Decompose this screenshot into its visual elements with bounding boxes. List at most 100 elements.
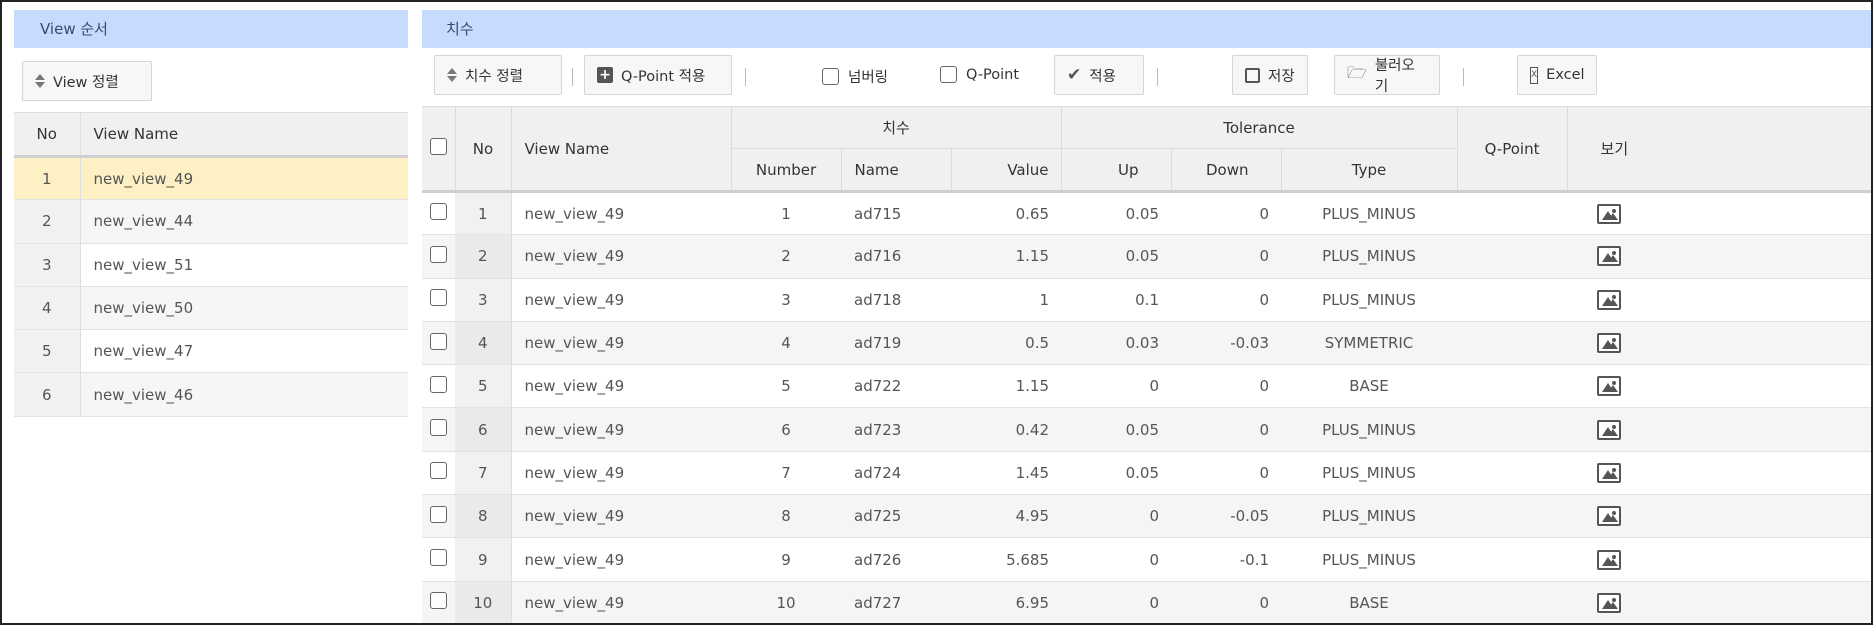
dimension-table: No View Name 치수 Tolerance Q-Point 보기 Num… (422, 106, 1871, 623)
qpoint-checkbox[interactable]: Q-Point (940, 66, 1019, 83)
image-icon[interactable] (1597, 203, 1622, 224)
row-checkbox[interactable] (430, 203, 447, 221)
row-checkbox[interactable] (430, 375, 447, 393)
view-list-row[interactable]: 6 new_view_46 (14, 372, 408, 417)
numbering-label: 넘버링 (848, 70, 889, 86)
image-icon[interactable] (1597, 289, 1622, 310)
row-no: 5 (455, 364, 512, 409)
row-view-cell (1567, 581, 1871, 623)
row-qpoint (1457, 278, 1568, 322)
row-select-cell (422, 234, 455, 279)
row-qpoint (1457, 191, 1568, 236)
dimension-row[interactable]: 1 new_view_49 1 ad715 0.65 0.05 0 PLUS_MINUS (422, 191, 1871, 236)
row-down: 0 (1171, 191, 1282, 236)
image-icon[interactable] (1597, 419, 1622, 440)
dimension-row[interactable]: 4 new_view_49 4 ad719 0.5 0.03 -0.03 SYMMETRIC (422, 321, 1871, 366)
row-view-name: new_view_49 (511, 407, 731, 452)
row-name: ad726 (841, 537, 951, 582)
apply-qpoint-button[interactable]: + Q-Point 적용 (584, 55, 732, 95)
row-value: 1.45 (951, 451, 1062, 496)
row-no: 10 (455, 581, 512, 623)
image-icon[interactable] (1597, 462, 1622, 483)
save-button[interactable]: 저장 (1232, 55, 1308, 95)
row-checkbox[interactable] (430, 505, 447, 523)
image-icon[interactable] (1597, 592, 1622, 613)
row-select-cell (422, 407, 455, 452)
row-checkbox[interactable] (430, 592, 447, 610)
row-view-name: new_view_49 (511, 364, 731, 409)
col-header-value[interactable]: Value (951, 148, 1062, 193)
row-view-cell (1567, 494, 1871, 539)
row-view-name: new_view_49 (511, 451, 731, 496)
row-select-cell (422, 191, 455, 236)
dimension-row[interactable]: 8 new_view_49 8 ad725 4.95 0 -0.05 PLUS_MINUS (422, 494, 1871, 539)
qpoint-checkbox-box[interactable] (940, 66, 957, 83)
col-header-number[interactable]: Number (731, 148, 842, 193)
view-row-no: 4 (14, 286, 81, 331)
dimension-row[interactable]: 3 new_view_49 3 ad718 1 0.1 0 PLUS_MINUS (422, 278, 1871, 322)
row-select-cell (422, 494, 455, 539)
row-checkbox[interactable] (430, 462, 447, 480)
dimension-row[interactable]: 10 new_view_49 10 ad727 6.95 0 0 BASE (422, 581, 1871, 623)
dimension-row[interactable]: 2 new_view_49 2 ad716 1.15 0.05 0 PLUS_MINUS (422, 234, 1871, 279)
numbering-checkbox[interactable]: 넘버링 (822, 66, 888, 87)
view-list-row[interactable]: 4 new_view_50 (14, 286, 408, 331)
excel-button[interactable]: X Excel (1517, 55, 1597, 95)
load-button[interactable]: 🗁 불러오기 (1334, 55, 1440, 95)
col-header-no[interactable]: No (455, 106, 512, 193)
row-checkbox[interactable] (430, 419, 447, 437)
view-list-row[interactable]: 3 new_view_51 (14, 243, 408, 287)
view-sort-button[interactable]: View 정렬 (22, 61, 152, 101)
col-header-type[interactable]: Type (1281, 148, 1458, 193)
row-name: ad722 (841, 364, 951, 409)
row-value: 1.15 (951, 234, 1062, 279)
col-header-qpoint[interactable]: Q-Point (1457, 106, 1568, 193)
row-value: 4.95 (951, 494, 1062, 539)
image-icon[interactable] (1597, 246, 1622, 267)
col-header-view[interactable]: 보기 (1567, 106, 1871, 193)
row-qpoint (1457, 581, 1568, 623)
image-icon[interactable] (1597, 506, 1622, 527)
view-row-name: new_view_44 (80, 199, 408, 244)
numbering-checkbox-box[interactable] (822, 68, 839, 85)
row-type: PLUS_MINUS (1281, 234, 1458, 279)
plus-square-icon: + (597, 67, 613, 83)
apply-button[interactable]: ✔ 적용 (1054, 55, 1144, 95)
row-name: ad718 (841, 278, 951, 322)
row-select-cell (422, 278, 455, 322)
row-up: 0 (1061, 494, 1172, 539)
col-header-view-name[interactable]: View Name (511, 106, 732, 193)
col-header-name[interactable]: Name (841, 148, 952, 193)
col-header-no[interactable]: No (14, 112, 81, 158)
toolbar-divider (572, 68, 573, 86)
col-header-down[interactable]: Down (1171, 148, 1282, 193)
row-select-cell (422, 451, 455, 496)
row-checkbox[interactable] (430, 289, 447, 307)
view-list-row[interactable]: 5 new_view_47 (14, 329, 408, 374)
row-checkbox[interactable] (430, 245, 447, 263)
image-icon[interactable] (1597, 333, 1622, 354)
dimension-row[interactable]: 6 new_view_49 6 ad723 0.42 0.05 0 PLUS_MINUS (422, 407, 1871, 452)
row-number: 9 (731, 537, 841, 582)
view-order-table: No View Name 1 new_view_49 2 new_view_44 3 ne… (14, 112, 408, 417)
dimension-row[interactable]: 7 new_view_49 7 ad724 1.45 0.05 0 PLUS_MINUS (422, 451, 1871, 496)
view-list-row[interactable]: 2 new_view_44 (14, 199, 408, 244)
row-no: 3 (455, 278, 512, 322)
dimension-toolbar: 치수 정렬 + Q-Point 적용 넘버링 Q-Point ✔ 적용 저장 🗁… (422, 48, 1871, 106)
row-down: 0 (1171, 451, 1282, 496)
row-checkbox[interactable] (430, 549, 447, 567)
image-icon[interactable] (1597, 549, 1622, 570)
image-icon[interactable] (1597, 376, 1622, 397)
row-checkbox[interactable] (430, 332, 447, 350)
col-header-up[interactable]: Up (1061, 148, 1172, 193)
row-view-name: new_view_49 (511, 581, 731, 623)
col-header-view-name[interactable]: View Name (80, 112, 408, 158)
row-type: SYMMETRIC (1281, 321, 1458, 366)
dimension-row[interactable]: 5 new_view_49 5 ad722 1.15 0 0 BASE (422, 364, 1871, 409)
view-row-no: 1 (14, 156, 81, 201)
dimension-row[interactable]: 9 new_view_49 9 ad726 5.685 0 -0.1 PLUS_MINUS (422, 537, 1871, 582)
view-list-row[interactable]: 1 new_view_49 (14, 156, 408, 201)
select-all-checkbox[interactable] (429, 138, 447, 155)
row-down: -0.05 (1171, 494, 1282, 539)
dimension-sort-button[interactable]: 치수 정렬 (434, 55, 562, 95)
